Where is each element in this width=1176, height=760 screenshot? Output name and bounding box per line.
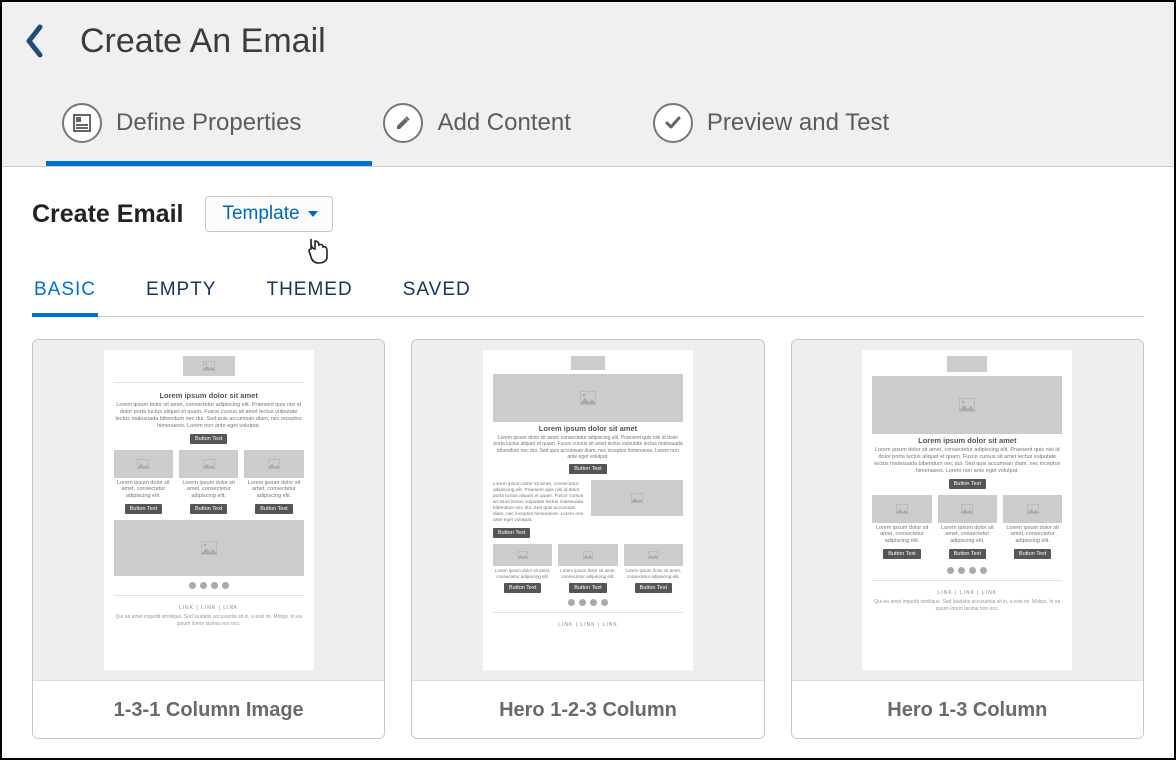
step-add-content[interactable]: Add Content [353, 80, 600, 166]
template-category-tabs: BASIC EMPTY THEMED SAVED [32, 269, 1144, 317]
template-name: 1-3-1 Column Image [33, 680, 384, 738]
tab-saved[interactable]: SAVED [401, 269, 473, 316]
template-card-1-3-1-column-image[interactable]: Lorem ipsum dolor sit amet Lorem ipsum d… [32, 339, 385, 739]
caret-down-icon [308, 211, 318, 217]
page-title: Create An Email [80, 22, 326, 61]
template-card-hero-1-3-column[interactable]: Lorem ipsum dolor sit amet Lorem ipsum d… [791, 339, 1144, 739]
back-button[interactable] [22, 21, 48, 61]
active-step-underline [46, 161, 372, 166]
step-label: Preview and Test [707, 109, 889, 137]
cursor-icon [307, 237, 331, 265]
template-preview: Lorem ipsum dolor sit amet Lorem ipsum d… [412, 340, 763, 680]
step-define-properties[interactable]: Define Properties [32, 80, 331, 166]
image-icon [183, 356, 235, 376]
step-label: Add Content [437, 109, 570, 137]
tab-themed[interactable]: THEMED [264, 269, 354, 316]
section-title: Create Email [32, 200, 183, 229]
check-icon [653, 103, 693, 143]
chevron-left-icon [25, 24, 45, 58]
template-card-hero-1-2-3-column[interactable]: Lorem ipsum dolor sit amet Lorem ipsum d… [411, 339, 764, 739]
step-label: Define Properties [116, 109, 301, 137]
edit-icon [383, 103, 423, 143]
template-preview: Lorem ipsum dolor sit amet Lorem ipsum d… [792, 340, 1143, 680]
image-icon [493, 374, 683, 422]
image-icon [872, 376, 1062, 434]
tab-basic[interactable]: BASIC [32, 269, 98, 317]
template-preview: Lorem ipsum dolor sit amet Lorem ipsum d… [33, 340, 384, 680]
tab-empty[interactable]: EMPTY [144, 269, 218, 316]
template-dropdown[interactable]: Template [205, 196, 332, 232]
template-name: Hero 1-3 Column [792, 680, 1143, 738]
template-dropdown-label: Template [222, 203, 299, 225]
template-name: Hero 1-2-3 Column [412, 680, 763, 738]
image-icon [571, 356, 605, 370]
image-icon [947, 356, 987, 372]
template-cards: Lorem ipsum dolor sit amet Lorem ipsum d… [32, 339, 1144, 739]
wizard-steps: Define Properties Add Content Preview an… [2, 80, 1174, 166]
step-preview-test[interactable]: Preview and Test [623, 80, 919, 166]
properties-icon [62, 103, 102, 143]
